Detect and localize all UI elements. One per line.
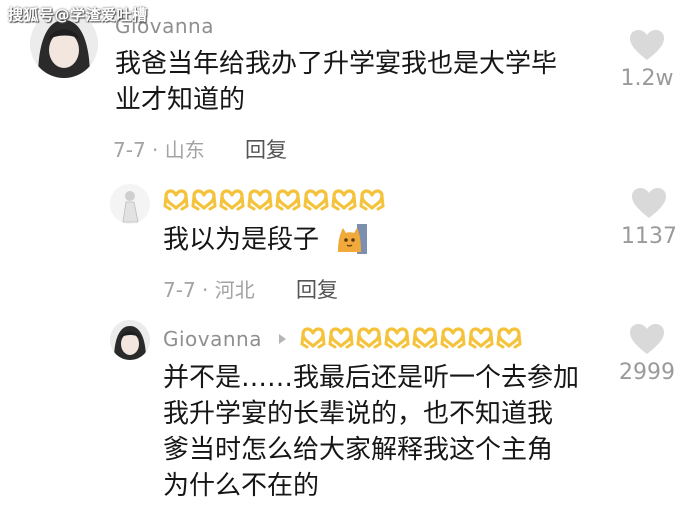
heart-icon[interactable] xyxy=(630,186,668,224)
heart-hands-icon xyxy=(356,326,382,350)
comment-line: 我以为是段子 xyxy=(163,225,320,255)
heart-hands-icon xyxy=(412,326,438,350)
heart-icon[interactable] xyxy=(628,322,666,360)
heart-hands-icon xyxy=(191,188,217,212)
reply-button[interactable]: 回复 xyxy=(296,274,338,304)
heart-hands-icon xyxy=(496,326,522,350)
comment-meta: 7-7 · 河北 xyxy=(163,278,255,302)
cat-sticker-icon xyxy=(335,222,369,260)
heart-hands-icon xyxy=(247,188,273,212)
emoji-row xyxy=(163,188,385,212)
comment-meta: 7-7 · 山东 xyxy=(113,138,205,162)
comment-line: 我升学宴的长辈说的，也不知道我 xyxy=(163,399,554,429)
watermark: 搜狐号@学渣爱吐槽 xyxy=(8,6,148,24)
heart-hands-icon xyxy=(440,326,466,350)
comment-text: 我爸当年给我办了升学宴我也是大学毕 业才知道的 xyxy=(115,46,557,118)
heart-hands-icon xyxy=(163,188,189,212)
play-arrow-icon xyxy=(279,334,286,344)
heart-hands-icon xyxy=(331,188,357,212)
heart-hands-icon xyxy=(300,326,326,350)
like-count: 1137 xyxy=(621,224,677,249)
like-count: 1.2w xyxy=(620,66,674,91)
heart-hands-icon xyxy=(328,326,354,350)
comment-text: 我以为是段子 xyxy=(163,222,319,258)
heart-hands-icon xyxy=(468,326,494,350)
heart-hands-icon xyxy=(359,188,385,212)
comment-line: 并不是……我最后还是听一个去参加 xyxy=(163,363,580,393)
comment-text: 并不是……我最后还是听一个去参加 我升学宴的长辈说的，也不知道我 爹当时怎么给大… xyxy=(163,360,579,504)
comment-line: 我爸当年给我办了升学宴我也是大学毕 xyxy=(115,49,558,79)
heart-hands-icon xyxy=(303,188,329,212)
heart-hands-icon xyxy=(275,188,301,212)
heart-hands-icon xyxy=(384,326,410,350)
avatar[interactable] xyxy=(110,184,150,224)
heart-hands-icon xyxy=(219,188,245,212)
heart-icon[interactable] xyxy=(628,28,666,66)
comment-line: 爹当时怎么给大家解释我这个主角 xyxy=(163,435,554,465)
comment-line: 为什么不在的 xyxy=(163,471,320,501)
reply-button[interactable]: 回复 xyxy=(245,134,287,164)
comment-username[interactable]: Giovanna xyxy=(163,327,262,351)
comment-line: 业才知道的 xyxy=(115,85,246,115)
avatar[interactable] xyxy=(110,320,150,360)
like-count: 2999 xyxy=(619,360,675,385)
emoji-row xyxy=(300,326,522,350)
